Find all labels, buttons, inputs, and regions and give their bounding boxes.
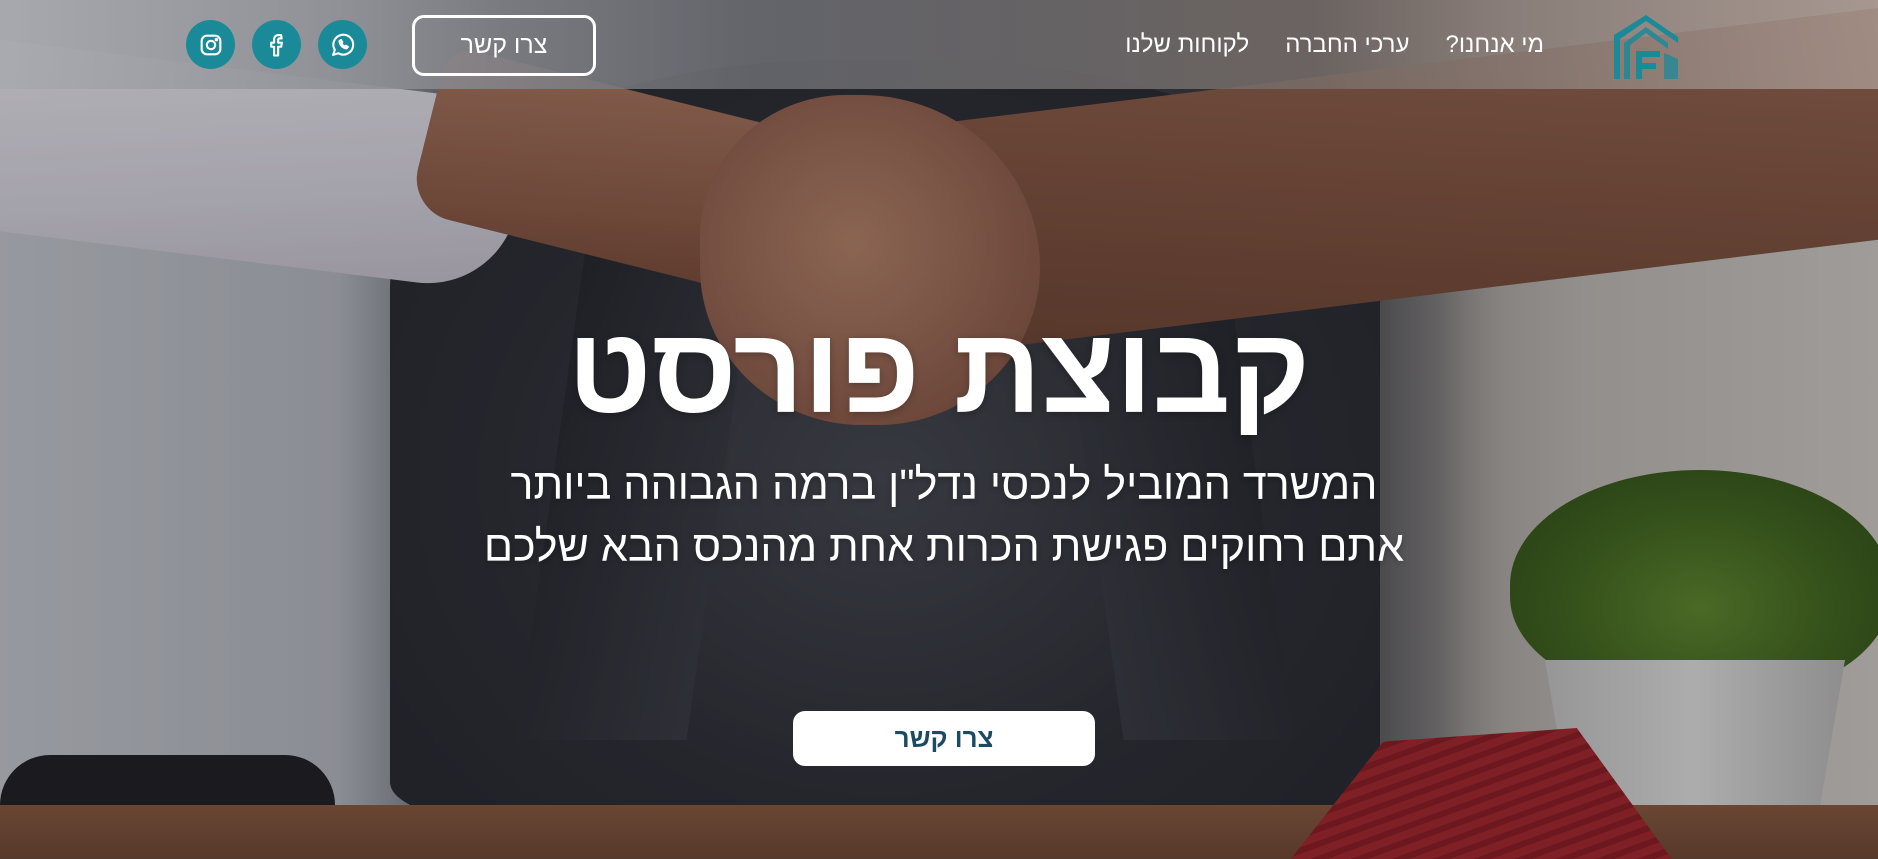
site-header: מי אנחנו? ערכי החברה לקוחות שלנו צרו קשר: [0, 0, 1878, 89]
main-navigation: מי אנחנו? ערכי החברה לקוחות שלנו: [1125, 0, 1544, 89]
nav-item-about[interactable]: מי אנחנו?: [1445, 31, 1544, 59]
whatsapp-icon[interactable]: [318, 20, 367, 69]
facebook-icon[interactable]: [252, 20, 301, 69]
hero-title: קבוצת פורסט: [567, 302, 1311, 438]
hero-subtitle-line-1: המשרד המוביל לנכסי נדל"ן ברמה הגבוהה ביו…: [510, 461, 1378, 509]
hero-subtitle-line-2: אתם רחוקים פגישת הכרות אחת מהנכס הבא שלכ…: [483, 523, 1405, 571]
forest-group-logo[interactable]: [1612, 13, 1680, 81]
hero-contact-button[interactable]: צרו קשר: [793, 711, 1095, 766]
header-contact-button[interactable]: צרו קשר: [412, 15, 596, 76]
instagram-icon[interactable]: [186, 20, 235, 69]
nav-item-company-values[interactable]: ערכי החברה: [1285, 31, 1409, 59]
nav-item-our-clients[interactable]: לקוחות שלנו: [1125, 31, 1249, 59]
